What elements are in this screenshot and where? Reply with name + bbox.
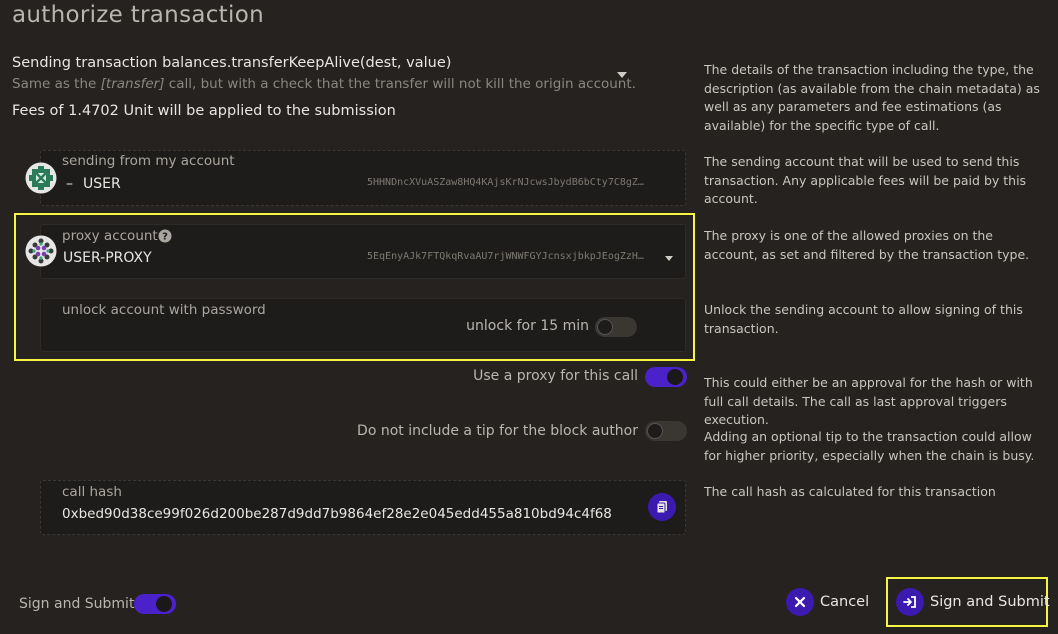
proxy-label: proxy account (62, 228, 158, 244)
modal-title: authorize transaction (12, 2, 264, 28)
help-tip: Adding an optional tip to the transactio… (704, 429, 1035, 463)
transaction-description: Same as the [transfer] call, but with a … (12, 76, 636, 92)
help-approval: This could either be an approval for the… (704, 375, 1033, 427)
sign-and-submit-button[interactable]: Sign and Submit (896, 588, 1050, 616)
sign-submit-toggle-label: Sign and Submit (19, 596, 135, 612)
transaction-heading[interactable]: Sending transaction balances.transferKee… (12, 55, 451, 71)
call-hash-label: call hash (62, 484, 122, 500)
help-hash: The call hash as calculated for this tra… (704, 484, 996, 499)
call-hash-value[interactable]: 0xbed90d38ce99f026d200be287d9dd7b9864ef2… (62, 506, 612, 522)
copy-button[interactable] (648, 493, 676, 521)
help-unlock: Unlock the sending account to allow sign… (704, 302, 1023, 336)
help-sending: The sending account that will be used to… (704, 154, 1027, 206)
help-question-icon[interactable]: ? (158, 229, 172, 243)
svg-text:?: ? (162, 232, 168, 243)
proxy-address: 5EqEnyAJk7FTQkqRvaAU7rjWNWFGYJcnsxjbkpJE… (367, 251, 644, 262)
unlock-label: unlock account with password (62, 302, 266, 318)
cancel-button[interactable]: Cancel (786, 588, 869, 616)
fees-text: Fees of 1.4702 Unit will be applied to t… (12, 103, 396, 119)
chevron-down-icon[interactable] (665, 256, 673, 261)
proxy-name: USER-PROXY (63, 250, 152, 266)
no-tip-toggle[interactable] (645, 421, 687, 441)
no-tip-label: Do not include a tip for the block autho… (357, 423, 638, 439)
sender-name: USER (83, 176, 121, 192)
sender-identicon (25, 162, 57, 194)
sign-and-submit-label: Sign and Submit (930, 594, 1050, 610)
sender-dash: – (66, 176, 73, 192)
sign-in-icon (896, 588, 924, 616)
unlock-toggle-label: unlock for 15 min (466, 318, 589, 334)
expand-details-icon[interactable] (617, 72, 627, 78)
sender-label: sending from my account (62, 153, 235, 169)
proxy-identicon (25, 235, 57, 267)
cancel-label: Cancel (820, 594, 870, 610)
help-details: The details of the transaction including… (704, 62, 1040, 133)
copy-icon (656, 501, 667, 514)
unlock-toggle[interactable] (595, 317, 637, 337)
use-proxy-toggle[interactable] (645, 367, 687, 387)
help-proxy: The proxy is one of the allowed proxies … (704, 228, 1030, 262)
sender-address: 5HHNDncXVuASZaw8HQ4KAjsKrNJcwsJbydB6bCty… (367, 177, 644, 188)
close-icon (786, 588, 814, 616)
use-proxy-label: Use a proxy for this call (473, 368, 638, 384)
sign-submit-toggle[interactable] (134, 594, 176, 614)
